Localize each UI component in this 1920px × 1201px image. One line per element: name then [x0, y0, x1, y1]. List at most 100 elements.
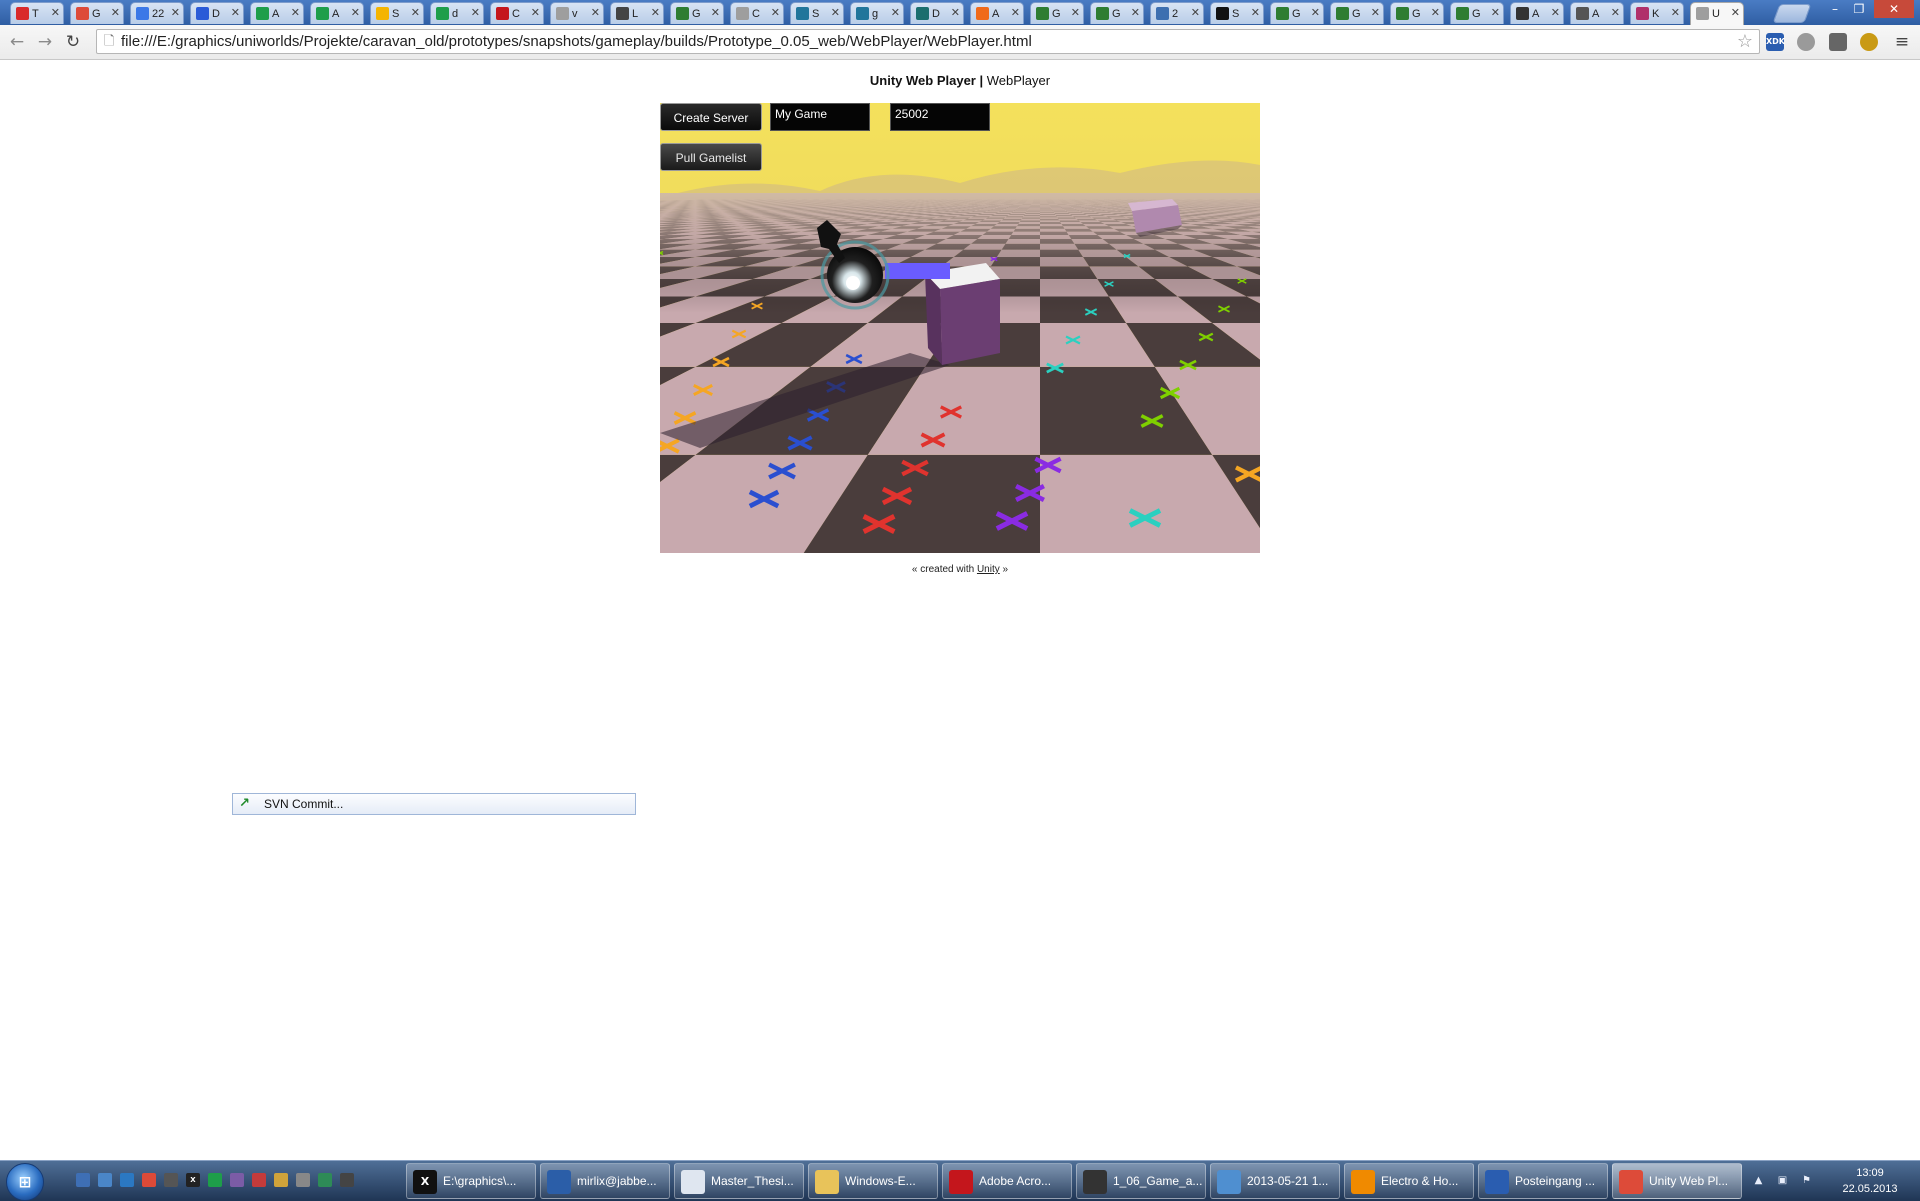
tab-close-icon[interactable]: ✕ — [531, 6, 540, 20]
browser-tab[interactable]: G✕ — [70, 2, 124, 24]
reload-icon[interactable]: ↻ — [62, 31, 84, 53]
browser-tab[interactable]: D✕ — [910, 2, 964, 24]
taskbar-app-button[interactable]: XE:\graphics\... — [406, 1163, 536, 1199]
taskbar-app-button[interactable]: 2013-05-21 1... — [1210, 1163, 1340, 1199]
tab-close-icon[interactable]: ✕ — [171, 6, 180, 20]
tab-close-icon[interactable]: ✕ — [291, 6, 300, 20]
browser-tab[interactable]: S✕ — [370, 2, 424, 24]
quick-launch-icon[interactable] — [274, 1173, 288, 1187]
tab-close-icon[interactable]: ✕ — [591, 6, 600, 20]
browser-tab[interactable]: v✕ — [550, 2, 604, 24]
quick-launch-icon[interactable] — [76, 1173, 90, 1187]
taskbar-app-button[interactable]: Posteingang ... — [1478, 1163, 1608, 1199]
browser-tab[interactable]: A✕ — [310, 2, 364, 24]
browser-tab[interactable]: A✕ — [1570, 2, 1624, 24]
taskbar-app-button[interactable]: 1_06_Game_a... — [1076, 1163, 1206, 1199]
tray-network-icon[interactable]: ▣ — [1776, 1174, 1789, 1187]
browser-tab[interactable]: 2✕ — [1150, 2, 1204, 24]
tab-close-icon[interactable]: ✕ — [351, 6, 360, 20]
tab-close-icon[interactable]: ✕ — [651, 6, 660, 20]
clock-time[interactable]: 13:09 — [1830, 1166, 1910, 1180]
tab-close-icon[interactable]: ✕ — [1431, 6, 1440, 20]
taskbar-app-button[interactable]: Master_Thesi... — [674, 1163, 804, 1199]
tab-close-icon[interactable]: ✕ — [831, 6, 840, 20]
extension-download-icon[interactable] — [1829, 33, 1847, 51]
browser-tab[interactable]: G✕ — [1090, 2, 1144, 24]
tab-close-icon[interactable]: ✕ — [411, 6, 420, 20]
browser-tab[interactable]: d✕ — [430, 2, 484, 24]
browser-tab[interactable]: U✕ — [1690, 2, 1744, 25]
quick-launch-icon[interactable] — [164, 1173, 178, 1187]
url-text[interactable]: file:///E:/graphics/uniworlds/Projekte/c… — [121, 33, 1032, 51]
quick-launch-icon[interactable] — [98, 1173, 112, 1187]
unity-web-player[interactable]: Create Server My Game 25002 Pull Gamelis… — [660, 103, 1260, 553]
browser-tab[interactable]: C✕ — [490, 2, 544, 24]
browser-tab[interactable]: S✕ — [790, 2, 844, 24]
browser-tab[interactable]: S✕ — [1210, 2, 1264, 24]
taskbar-app-button[interactable]: Adobe Acro... — [942, 1163, 1072, 1199]
tab-close-icon[interactable]: ✕ — [1311, 6, 1320, 20]
tab-close-icon[interactable]: ✕ — [951, 6, 960, 20]
browser-tab[interactable]: G✕ — [1450, 2, 1504, 24]
quick-launch-icon[interactable] — [142, 1173, 156, 1187]
browser-tab[interactable]: A✕ — [1510, 2, 1564, 24]
browser-tab[interactable]: G✕ — [670, 2, 724, 24]
pull-gamelist-button[interactable]: Pull Gamelist — [660, 143, 762, 171]
tab-close-icon[interactable]: ✕ — [1731, 6, 1740, 20]
window-close-button[interactable]: ✕ — [1874, 0, 1914, 18]
taskbar-app-button[interactable]: Electro & Ho... — [1344, 1163, 1474, 1199]
browser-tab[interactable]: L✕ — [610, 2, 664, 24]
quick-launch-icon[interactable] — [318, 1173, 332, 1187]
address-bar[interactable]: 🗋 file:///E:/graphics/uniworlds/Projekte… — [96, 29, 1760, 54]
browser-tab[interactable]: K✕ — [1630, 2, 1684, 24]
browser-tab[interactable]: C✕ — [730, 2, 784, 24]
browser-tab[interactable]: G✕ — [1390, 2, 1444, 24]
quick-launch-icon[interactable] — [208, 1173, 222, 1187]
tab-close-icon[interactable]: ✕ — [771, 6, 780, 20]
browser-tab[interactable]: G✕ — [1330, 2, 1384, 24]
taskbar-app-button[interactable]: mirlix@jabbe... — [540, 1163, 670, 1199]
browser-tab[interactable]: D✕ — [190, 2, 244, 24]
start-button[interactable]: ⊞ — [6, 1163, 44, 1201]
browser-tab[interactable]: G✕ — [1270, 2, 1324, 24]
tab-close-icon[interactable]: ✕ — [1191, 6, 1200, 20]
svn-commit-popup[interactable]: ↗ SVN Commit... — [232, 793, 636, 815]
browser-tab[interactable]: 22✕ — [130, 2, 184, 24]
extension-globe-icon[interactable] — [1860, 33, 1878, 51]
tab-close-icon[interactable]: ✕ — [111, 6, 120, 20]
browser-tab[interactable]: g✕ — [850, 2, 904, 24]
tray-expand-icon[interactable]: ▲ — [1752, 1174, 1765, 1187]
tab-close-icon[interactable]: ✕ — [711, 6, 720, 20]
tab-close-icon[interactable]: ✕ — [471, 6, 480, 20]
tab-close-icon[interactable]: ✕ — [1671, 6, 1680, 20]
extension-gray-icon[interactable] — [1797, 33, 1815, 51]
tab-close-icon[interactable]: ✕ — [1491, 6, 1500, 20]
tray-flag-icon[interactable]: ⚑ — [1800, 1174, 1813, 1187]
menu-icon[interactable]: ≡ — [1891, 31, 1913, 53]
tab-close-icon[interactable]: ✕ — [1611, 6, 1620, 20]
tab-close-icon[interactable]: ✕ — [51, 6, 60, 20]
tab-close-icon[interactable]: ✕ — [231, 6, 240, 20]
tab-close-icon[interactable]: ✕ — [1071, 6, 1080, 20]
clock-date[interactable]: 22.05.2013 — [1830, 1182, 1910, 1196]
browser-tab[interactable]: A✕ — [970, 2, 1024, 24]
game-name-field[interactable]: My Game — [770, 103, 870, 131]
tab-close-icon[interactable]: ✕ — [891, 6, 900, 20]
extension-xdk-icon[interactable]: XDK — [1766, 33, 1784, 51]
bookmark-star-icon[interactable]: ☆ — [1737, 31, 1753, 53]
quick-launch-icon[interactable]: X — [186, 1173, 200, 1187]
tab-close-icon[interactable]: ✕ — [1371, 6, 1380, 20]
minimize-button[interactable]: – — [1824, 0, 1846, 18]
taskbar-app-button[interactable]: Windows-E... — [808, 1163, 938, 1199]
quick-launch-icon[interactable] — [296, 1173, 310, 1187]
back-arrow-icon[interactable]: ← — [6, 31, 28, 53]
quick-launch-icon[interactable] — [340, 1173, 354, 1187]
tab-close-icon[interactable]: ✕ — [1551, 6, 1560, 20]
tab-close-icon[interactable]: ✕ — [1131, 6, 1140, 20]
browser-tab[interactable]: G✕ — [1030, 2, 1084, 24]
quick-launch-icon[interactable] — [252, 1173, 266, 1187]
tab-close-icon[interactable]: ✕ — [1011, 6, 1020, 20]
quick-launch-icon[interactable] — [120, 1173, 134, 1187]
create-server-button[interactable]: Create Server — [660, 103, 762, 131]
port-field[interactable]: 25002 — [890, 103, 990, 131]
